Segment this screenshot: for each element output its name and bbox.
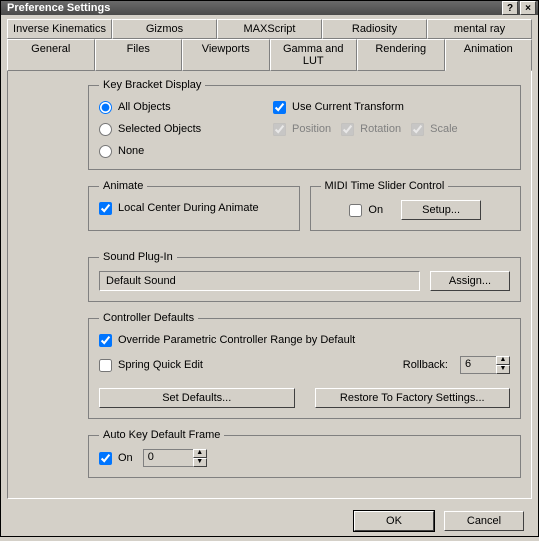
midi-setup-button[interactable]: Setup... [401, 200, 481, 220]
checkbox-override-parametric-label: Override Parametric Controller Range by … [118, 334, 355, 346]
restore-factory-button[interactable]: Restore To Factory Settings... [315, 388, 511, 408]
checkbox-position-label: Position [292, 123, 331, 135]
rollback-value[interactable]: 6 [460, 356, 496, 374]
tab-row-2: General Files Viewports Gamma and LUT Re… [7, 39, 532, 71]
radio-none-input[interactable] [99, 145, 112, 158]
radio-selected-objects-input[interactable] [99, 123, 112, 136]
rollback-spinner[interactable]: 6 ▲ ▼ [460, 356, 510, 374]
checkbox-scale-label: Scale [430, 123, 458, 135]
checkbox-midi-on-label: On [368, 204, 383, 216]
animate-legend: Animate [99, 180, 147, 192]
titlebar: Preference Settings ? × [1, 1, 538, 15]
tab-viewports[interactable]: Viewports [182, 39, 270, 71]
radio-all-objects[interactable]: All Objects [99, 99, 249, 115]
auto-key-legend: Auto Key Default Frame [99, 429, 224, 441]
autokey-spin-down[interactable]: ▼ [193, 458, 207, 467]
tab-maxscript[interactable]: MAXScript [217, 19, 322, 39]
close-button[interactable]: × [520, 1, 536, 15]
window-title: Preference Settings [7, 2, 110, 14]
auto-key-default-frame-group: Auto Key Default Frame On 0 ▲ ▼ [88, 429, 521, 478]
ok-button[interactable]: OK [354, 511, 434, 531]
checkbox-scale-input [411, 123, 424, 136]
tab-rendering[interactable]: Rendering [357, 39, 445, 71]
checkbox-autokey-on-input[interactable] [99, 452, 112, 465]
checkbox-local-center-input[interactable] [99, 202, 112, 215]
transform-sub-options: Position Rotation Scale [273, 121, 458, 137]
rollback-label: Rollback: [403, 359, 448, 371]
key-bracket-display-legend: Key Bracket Display [99, 79, 205, 91]
checkbox-use-current-transform-input[interactable] [273, 101, 286, 114]
checkbox-spring-quick-edit[interactable]: Spring Quick Edit [99, 357, 203, 373]
checkbox-position: Position [273, 121, 331, 137]
rollback-spin-up[interactable]: ▲ [496, 356, 510, 365]
checkbox-spring-quick-edit-input[interactable] [99, 359, 112, 372]
checkbox-override-parametric-input[interactable] [99, 334, 112, 347]
radio-selected-objects[interactable]: Selected Objects [99, 121, 249, 137]
key-bracket-display-group: Key Bracket Display All Objects Selected… [88, 79, 521, 170]
tab-general[interactable]: General [7, 39, 95, 71]
dialog-footer: OK Cancel [1, 505, 538, 541]
checkbox-rotation-label: Rotation [360, 123, 401, 135]
tab-mental-ray[interactable]: mental ray [427, 19, 532, 39]
tab-animation[interactable]: Animation [445, 39, 533, 71]
checkbox-local-center[interactable]: Local Center During Animate [99, 200, 289, 216]
tab-content-animation: Key Bracket Display All Objects Selected… [7, 71, 532, 499]
tab-radiosity[interactable]: Radiosity [322, 19, 427, 39]
checkbox-midi-on[interactable]: On [349, 202, 383, 218]
cancel-button[interactable]: Cancel [444, 511, 524, 531]
tab-row-1: Inverse Kinematics Gizmos MAXScript Radi… [7, 19, 532, 39]
tab-gizmos[interactable]: Gizmos [112, 19, 217, 39]
window: Preference Settings ? × Inverse Kinemati… [0, 0, 539, 537]
checkbox-spring-quick-edit-label: Spring Quick Edit [118, 359, 203, 371]
autokey-frame-spinner[interactable]: 0 ▲ ▼ [143, 449, 207, 467]
midi-legend: MIDI Time Slider Control [321, 180, 449, 192]
autokey-spin-up[interactable]: ▲ [193, 449, 207, 458]
tab-gamma-lut[interactable]: Gamma and LUT [270, 39, 358, 71]
checkbox-midi-on-input[interactable] [349, 204, 362, 217]
radio-all-objects-label: All Objects [118, 101, 171, 113]
rollback-spin-down[interactable]: ▼ [496, 365, 510, 374]
tab-strip: Inverse Kinematics Gizmos MAXScript Radi… [1, 15, 538, 71]
animate-group: Animate Local Center During Animate [88, 180, 300, 231]
checkbox-rotation-input [341, 123, 354, 136]
checkbox-autokey-on[interactable]: On [99, 450, 133, 466]
sound-plugin-legend: Sound Plug-In [99, 251, 177, 263]
radio-none[interactable]: None [99, 143, 249, 159]
sound-assign-button[interactable]: Assign... [430, 271, 510, 291]
checkbox-local-center-label: Local Center During Animate [118, 202, 259, 214]
checkbox-override-parametric[interactable]: Override Parametric Controller Range by … [99, 332, 510, 348]
checkbox-use-current-transform[interactable]: Use Current Transform [273, 99, 458, 115]
controller-defaults-group: Controller Defaults Override Parametric … [88, 312, 521, 419]
autokey-frame-value[interactable]: 0 [143, 449, 193, 467]
checkbox-scale: Scale [411, 121, 458, 137]
help-button[interactable]: ? [502, 1, 518, 15]
sound-plugin-field [99, 271, 420, 291]
radio-none-label: None [118, 145, 144, 157]
radio-all-objects-input[interactable] [99, 101, 112, 114]
controller-defaults-legend: Controller Defaults [99, 312, 198, 324]
checkbox-autokey-on-label: On [118, 452, 133, 464]
radio-selected-objects-label: Selected Objects [118, 123, 201, 135]
checkbox-rotation: Rotation [341, 121, 401, 137]
checkbox-position-input [273, 123, 286, 136]
checkbox-use-current-transform-label: Use Current Transform [292, 101, 404, 113]
midi-group: MIDI Time Slider Control On Setup... [310, 180, 522, 231]
tab-inverse-kinematics[interactable]: Inverse Kinematics [7, 19, 112, 39]
set-defaults-button[interactable]: Set Defaults... [99, 388, 295, 408]
tab-files[interactable]: Files [95, 39, 183, 71]
sound-plugin-group: Sound Plug-In Assign... [88, 251, 521, 302]
